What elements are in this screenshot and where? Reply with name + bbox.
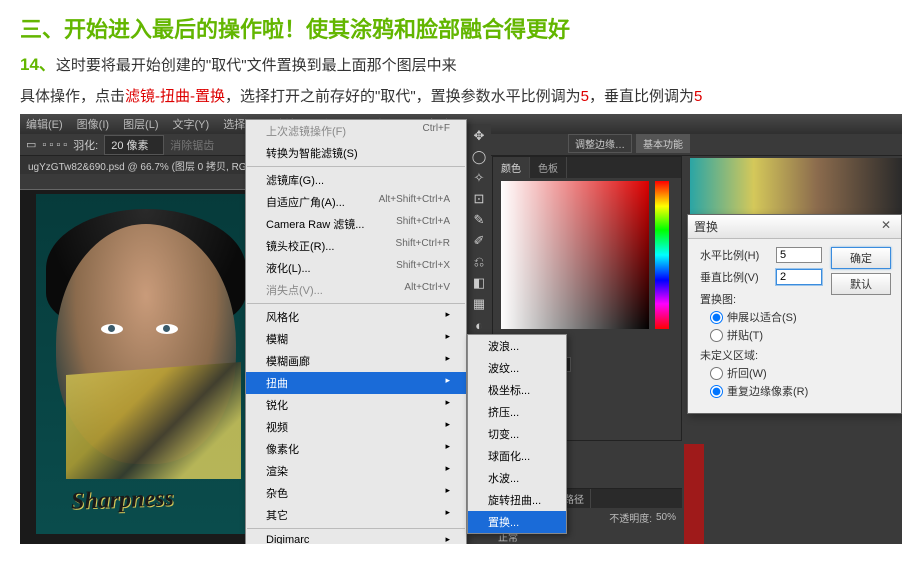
gradient-tool-icon[interactable]: ▦ <box>469 294 489 314</box>
hue-slider[interactable] <box>655 181 669 329</box>
step-line: 14、这时要将最开始创建的"取代"文件置换到最上面那个图层中来 <box>20 50 892 75</box>
stretch-radio[interactable] <box>710 311 723 324</box>
instr-val2: 5 <box>694 88 702 105</box>
image-graffiti-text: Sharpness <box>71 485 175 516</box>
eraser-tool-icon[interactable]: ◧ <box>469 273 489 293</box>
instr-path: 滤镜-扭曲-置换 <box>125 88 225 105</box>
wrap-radio[interactable] <box>710 367 723 380</box>
red-bar <box>684 444 704 544</box>
workspace-switcher: 调整边缘… 基本功能 <box>568 134 690 153</box>
tile-label: 拼贴(T) <box>727 327 763 343</box>
marquee-icon[interactable]: ▭ <box>26 138 36 151</box>
filter-menu-item[interactable]: 镜头校正(R)...Shift+Ctrl+R <box>246 235 466 257</box>
section-heading: 三、开始进入最后的操作啦！使其涂鸦和脸部融合得更好 <box>20 12 892 44</box>
distort-menu-item[interactable]: 挤压... <box>468 401 566 423</box>
move-tool-icon[interactable]: ✥ <box>469 126 489 146</box>
filter-menu-item[interactable]: 其它 <box>246 504 466 526</box>
filter-menu-item[interactable]: 视频 <box>246 416 466 438</box>
wrap-label: 折回(W) <box>727 365 767 381</box>
repeat-edge-radio[interactable] <box>710 385 723 398</box>
color-tab[interactable]: 颜色 <box>493 157 530 178</box>
stamp-tool-icon[interactable]: ⎌ <box>469 252 489 272</box>
lasso-tool-icon[interactable]: ◯ <box>469 147 489 167</box>
dialog-close-icon[interactable]: ✕ <box>877 218 895 235</box>
instr-mid2: ，垂直比例调为 <box>589 88 694 105</box>
filter-menu-item[interactable]: 扭曲 <box>246 372 466 394</box>
filter-menu-item[interactable]: Camera Raw 滤镜...Shift+Ctrl+A <box>246 213 466 235</box>
menu-layer[interactable]: 图层(L) <box>123 116 158 132</box>
tile-radio[interactable] <box>710 329 723 342</box>
eyedropper-tool-icon[interactable]: ✎ <box>469 210 489 230</box>
menu-edit[interactable]: 编辑(E) <box>26 116 63 132</box>
menu-type[interactable]: 文字(Y) <box>173 116 210 132</box>
dialog-title: 置换 <box>694 218 718 235</box>
feather-input[interactable]: 20 像素 <box>104 135 164 155</box>
h-scale-input[interactable] <box>776 247 822 263</box>
repeat-edge-label: 重复边缘像素(R) <box>727 383 808 399</box>
v-scale-input[interactable] <box>776 269 822 285</box>
feather-label: 羽化: <box>73 137 98 153</box>
refine-edge-button[interactable]: 调整边缘… <box>568 134 632 153</box>
distort-menu-item[interactable]: 波纹... <box>468 357 566 379</box>
ruler <box>20 174 245 190</box>
image-eye <box>101 324 123 334</box>
filter-menu-item[interactable]: 液化(L)...Shift+Ctrl+X <box>246 257 466 279</box>
filter-menu-item[interactable]: 自适应广角(A)...Alt+Shift+Ctrl+A <box>246 191 466 213</box>
screenshot-area: 编辑(E) 图像(I) 图层(L) 文字(Y) 选择(S) 滤镜(T) 视图(V… <box>20 114 902 544</box>
instr-pre: 具体操作，点击 <box>20 88 125 105</box>
distort-submenu: 波浪...波纹...极坐标...挤压...切变...球面化...水波...旋转扭… <box>467 334 567 534</box>
crop-tool-icon[interactable]: ⊡ <box>469 189 489 209</box>
distort-menu-item[interactable]: 水波... <box>468 467 566 489</box>
dodge-tool-icon[interactable]: ◐ <box>469 315 489 335</box>
v-scale-label: 垂直比例(V) <box>700 269 772 285</box>
filter-menu-item[interactable]: 风格化 <box>246 306 466 328</box>
stretch-label: 伸展以适合(S) <box>727 309 797 325</box>
filter-menu-item: 上次滤镜操作(F)Ctrl+F <box>246 120 466 142</box>
ok-button[interactable]: 确定 <box>831 247 891 269</box>
antialias-label: 消除锯齿 <box>170 137 214 153</box>
distort-menu-item[interactable]: 置换... <box>468 511 566 533</box>
undefined-areas-group: 未定义区域: <box>700 347 891 363</box>
document-image[interactable]: Sharpness <box>36 194 245 534</box>
h-scale-label: 水平比例(H) <box>700 247 772 263</box>
filter-menu-item[interactable]: 滤镜库(G)... <box>246 169 466 191</box>
default-button[interactable]: 默认 <box>831 273 891 295</box>
instr-val1: 5 <box>581 88 589 105</box>
filter-menu-item[interactable]: 杂色 <box>246 482 466 504</box>
step-number: 14、 <box>20 55 56 74</box>
opacity-value[interactable]: 50% <box>656 512 676 523</box>
filter-menu-item[interactable]: 渲染 <box>246 460 466 482</box>
filter-menu-item[interactable]: 锐化 <box>246 394 466 416</box>
distort-menu-item[interactable]: 球面化... <box>468 445 566 467</box>
distort-menu-item[interactable]: 旋转扭曲... <box>468 489 566 511</box>
instr-mid: ，选择打开之前存好的"取代"，置换参数水平比例调为 <box>225 88 581 105</box>
distort-menu-item[interactable]: 切变... <box>468 423 566 445</box>
brush-tool-icon[interactable]: ✐ <box>469 231 489 251</box>
workspace-essentials-button[interactable]: 基本功能 <box>636 134 690 153</box>
filter-menu: 上次滤镜操作(F)Ctrl+F转换为智能滤镜(S) 滤镜库(G)...自适应广角(… <box>245 119 467 544</box>
swatches-tab[interactable]: 色板 <box>530 157 567 178</box>
image-eye <box>156 324 178 334</box>
wand-tool-icon[interactable]: ✧ <box>469 168 489 188</box>
distort-menu-item[interactable]: 波浪... <box>468 335 566 357</box>
displace-dialog: 置换 ✕ 确定 默认 水平比例(H) 垂直比例(V) 置换图: 伸展以适合(S)… <box>687 214 902 414</box>
menu-image[interactable]: 图像(I) <box>77 116 109 132</box>
filter-menu-item: 消失点(V)...Alt+Ctrl+V <box>246 279 466 301</box>
instruction-line: 具体操作，点击滤镜-扭曲-置换，选择打开之前存好的"取代"，置换参数水平比例调为… <box>20 85 892 106</box>
filter-menu-item[interactable]: 转换为智能滤镜(S) <box>246 142 466 164</box>
filter-menu-item[interactable]: 模糊画廊 <box>246 350 466 372</box>
document-tab-title: ugYzGTw82&690.psd @ 66.7% (图层 0 拷贝, RGB/… <box>28 162 265 173</box>
color-picker-field[interactable] <box>501 181 649 329</box>
filter-menu-item[interactable]: 模糊 <box>246 328 466 350</box>
filter-menu-item[interactable]: 像素化 <box>246 438 466 460</box>
step-text: 这时要将最开始创建的"取代"文件置换到最上面那个图层中来 <box>56 57 457 74</box>
distort-menu-item[interactable]: 极坐标... <box>468 379 566 401</box>
opacity-label: 不透明度: <box>609 510 652 525</box>
filter-menu-item[interactable]: Digimarc <box>246 531 466 544</box>
